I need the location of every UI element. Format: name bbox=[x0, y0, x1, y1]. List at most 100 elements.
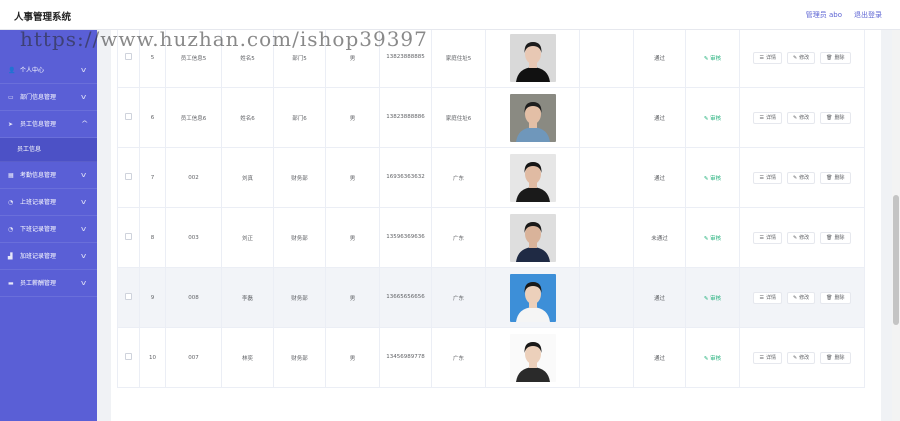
table-row[interactable]: 7 002 刘真 财务部男 16936363632 广东 通过 ✎ 审核 ☰ 详情 ✎ 修改 🗑 删除 bbox=[117, 147, 865, 208]
employee-photo bbox=[509, 153, 556, 202]
sidebar-item-6[interactable]: ◔ 下班记录管理 v bbox=[0, 216, 97, 243]
address-cell: 广东 bbox=[431, 147, 486, 208]
sidebar-item-label: 加班记录管理 bbox=[20, 252, 57, 260]
edit-pen-icon: ✎ bbox=[792, 354, 798, 361]
name-cell: 李磊 bbox=[221, 267, 274, 328]
audit-action-cell: ✎ 审核 bbox=[685, 267, 740, 328]
sidebar-item-1[interactable]: 👤 个人中心 v bbox=[0, 57, 97, 84]
delete-button[interactable]: 🗑 删除 bbox=[820, 231, 851, 244]
audit-status-cell: 通过 bbox=[633, 267, 686, 328]
admin-user-label[interactable]: 管理员 abo bbox=[806, 10, 842, 20]
sidebar-item-8[interactable]: ▬ 员工薪酬管理 v bbox=[0, 270, 97, 297]
edit-pen-icon: ✎ bbox=[703, 175, 709, 182]
audit-status-cell: 未通过 bbox=[633, 207, 686, 268]
index-cell: 5 bbox=[139, 27, 166, 88]
edit-button[interactable]: ✎ 修改 bbox=[786, 51, 816, 64]
address-cell: 广东 bbox=[431, 327, 486, 388]
detail-button[interactable]: ☰ 详情 bbox=[753, 231, 782, 244]
index-cell: 9 bbox=[139, 267, 166, 328]
employee-no-cell: 007 bbox=[165, 327, 222, 388]
edit-button[interactable]: ✎ 修改 bbox=[786, 171, 816, 184]
delete-label: 删除 bbox=[834, 115, 845, 121]
chart-icon: ▟ bbox=[8, 252, 13, 260]
sidebar-subitem-employee-info[interactable]: 员工信息 bbox=[0, 138, 97, 162]
edit-pen-icon: ✎ bbox=[792, 294, 798, 301]
delete-button[interactable]: 🗑 删除 bbox=[820, 111, 851, 124]
audit-button[interactable]: ✎ 审核 bbox=[704, 116, 721, 122]
table-row[interactable]: 10 007 林奕 财务部男 13456989778 广东 通过 ✎ 审核 ☰ 详情 ✎ 修改 🗑 删除 bbox=[117, 327, 865, 388]
table-row[interactable]: 9 008 李磊 财务部男 13665656656 广东 通过 ✎ 审核 ☰ 详情 ✎ 修改 🗑 删除 bbox=[117, 267, 865, 328]
sidebar-item-label: 员工信息管理 bbox=[20, 120, 57, 128]
table-row[interactable]: 5 员工信息5 姓名5 部门5 男 13823888885 家庭住址5 通过 ✎ 审核 ☰ 详情 ✎… bbox=[117, 27, 865, 88]
phone-cell: 16936363632 bbox=[379, 147, 432, 208]
audit-action-cell: ✎ 审核 bbox=[685, 87, 740, 148]
chevron-down-icon: v bbox=[80, 92, 87, 101]
table-panel: 5 员工信息5 姓名5 部门5 男 13823888885 家庭住址5 通过 ✎ 审核 ☰ 详情 ✎… bbox=[111, 27, 881, 421]
detail-button[interactable]: ☰ 详情 bbox=[753, 351, 782, 364]
row-checkbox[interactable] bbox=[125, 173, 132, 180]
trash-icon: 🗑 bbox=[826, 354, 833, 361]
select-cell bbox=[117, 147, 140, 208]
department-cell: 财务部 bbox=[273, 147, 326, 208]
row-checkbox[interactable] bbox=[125, 113, 132, 120]
detail-button[interactable]: ☰ 详情 bbox=[753, 171, 782, 184]
sidebar-item-label: 个人中心 bbox=[20, 66, 45, 74]
edit-button[interactable]: ✎ 修改 bbox=[786, 291, 816, 304]
index-cell: 8 bbox=[139, 207, 166, 268]
row-checkbox[interactable] bbox=[125, 293, 132, 300]
row-checkbox[interactable] bbox=[125, 353, 132, 360]
row-checkbox[interactable] bbox=[125, 233, 132, 240]
document-icon: ☰ bbox=[759, 54, 764, 61]
select-cell bbox=[117, 267, 140, 328]
sidebar-item-3[interactable]: ➤ 员工信息管理 ^ bbox=[0, 111, 97, 138]
document-icon: ☰ bbox=[759, 234, 764, 241]
edit-button[interactable]: ✎ 修改 bbox=[786, 231, 816, 244]
table-row[interactable]: 8 003 刘正 财务部男 13596369636 广东 未通过 ✎ 审核 ☰ 详情 ✎ 修改 🗑 删除 bbox=[117, 207, 865, 268]
department-cell: 部门6 bbox=[273, 87, 326, 148]
delete-button[interactable]: 🗑 删除 bbox=[820, 51, 851, 64]
edit-label: 修改 bbox=[799, 355, 810, 361]
sidebar-item-5[interactable]: ◔ 上班记录管理 v bbox=[0, 189, 97, 216]
audit-button[interactable]: ✎ 审核 bbox=[704, 176, 721, 182]
phone-text: 13823888885 bbox=[386, 54, 425, 60]
detail-button[interactable]: ☰ 详情 bbox=[753, 51, 782, 64]
address-cell: 广东 bbox=[431, 207, 486, 268]
name-cell: 姓名6 bbox=[221, 87, 274, 148]
edit-button[interactable]: ✎ 修改 bbox=[786, 111, 816, 124]
audit-button[interactable]: ✎ 审核 bbox=[704, 56, 721, 62]
detail-button[interactable]: ☰ 详情 bbox=[753, 111, 782, 124]
scrollbar-thumb[interactable] bbox=[893, 195, 899, 325]
audit-button[interactable]: ✎ 审核 bbox=[704, 236, 721, 242]
grid-icon: ▦ bbox=[8, 171, 14, 179]
delete-button[interactable]: 🗑 删除 bbox=[820, 351, 851, 364]
delete-button[interactable]: 🗑 删除 bbox=[820, 291, 851, 304]
edit-button[interactable]: ✎ 修改 bbox=[786, 351, 816, 364]
detail-button[interactable]: ☰ 详情 bbox=[753, 291, 782, 304]
sidebar-item-7[interactable]: ▟ 加班记录管理 v bbox=[0, 243, 97, 270]
logout-button[interactable]: 退出登录 bbox=[854, 10, 882, 20]
sidebar-item-2[interactable]: ▭ 部门信息管理 v bbox=[0, 84, 97, 111]
audit-button[interactable]: ✎ 审核 bbox=[704, 296, 721, 302]
detail-label: 详情 bbox=[765, 55, 776, 61]
operations-cell: ☰ 详情 ✎ 修改 🗑 删除 bbox=[739, 327, 865, 388]
chevron-down-icon: v bbox=[80, 197, 87, 206]
main-content: 5 员工信息5 姓名5 部门5 男 13823888885 家庭住址5 通过 ✎ 审核 ☰ 详情 ✎… bbox=[97, 27, 900, 421]
table-row[interactable]: 6 员工信息6 姓名6 部门6 男 13823888886 家庭住址6 通过 ✎ 审核 ☰ 详情 ✎… bbox=[117, 87, 865, 148]
address-cell: 广东 bbox=[431, 267, 486, 328]
trash-icon: 🗑 bbox=[826, 234, 833, 241]
page-scrollbar[interactable] bbox=[892, 30, 900, 421]
row-checkbox[interactable] bbox=[125, 53, 132, 60]
sidebar-item-4[interactable]: ▦ 考勤信息管理 v bbox=[0, 162, 97, 189]
empty-cell bbox=[579, 327, 634, 388]
audit-label: 审核 bbox=[710, 235, 722, 242]
select-cell bbox=[117, 27, 140, 88]
user-icon: 👤 bbox=[8, 66, 16, 74]
audit-status-cell: 通过 bbox=[633, 27, 686, 88]
audit-button[interactable]: ✎ 审核 bbox=[704, 356, 721, 362]
delete-label: 删除 bbox=[834, 55, 845, 61]
audit-status-cell: 通过 bbox=[633, 327, 686, 388]
delete-button[interactable]: 🗑 删除 bbox=[820, 171, 851, 184]
edit-pen-icon: ✎ bbox=[792, 114, 798, 121]
edit-pen-icon: ✎ bbox=[703, 115, 709, 122]
name-cell: 姓名5 bbox=[221, 27, 274, 88]
